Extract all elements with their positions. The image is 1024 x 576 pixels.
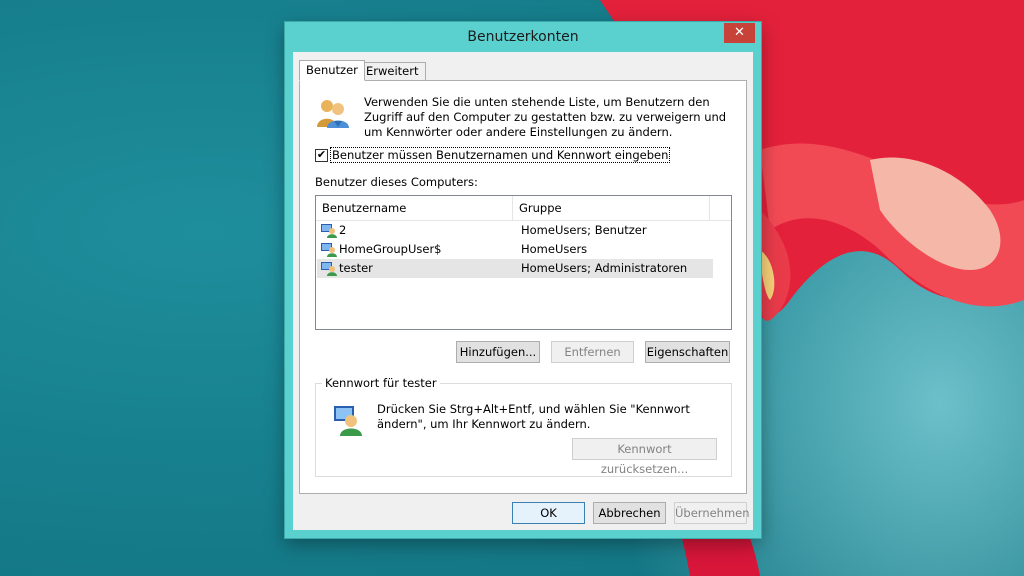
users-listview[interactable]: Benutzername Gruppe 2 HomeUsers; Benutze…	[315, 195, 732, 330]
tab-panel-benutzer: Verwenden Sie die unten stehende Liste, …	[299, 80, 747, 494]
user-key-icon	[334, 406, 362, 436]
add-user-button[interactable]: Hinzufügen...	[456, 341, 540, 363]
user-group: HomeUsers	[521, 242, 588, 256]
password-instructions: Drücken Sie Strg+Alt+Entf, und wählen Si…	[377, 402, 690, 431]
intro-text: Verwenden Sie die unten stehende Liste, …	[364, 95, 727, 139]
properties-button[interactable]: Eigenschaften	[645, 341, 730, 363]
dialog-body: Benutzer Erweitert Verwenden Sie die unt…	[293, 52, 753, 530]
user-row-tester[interactable]: tester HomeUsers; Administratoren	[317, 259, 713, 278]
close-button[interactable]: ✕	[724, 23, 755, 43]
require-login-checkbox[interactable]: ✔	[315, 149, 328, 162]
listview-header: Benutzername Gruppe	[316, 196, 731, 221]
apply-button[interactable]: Übernehmen	[674, 502, 750, 524]
column-header-username[interactable]: Benutzername	[316, 196, 513, 220]
user-icon	[321, 224, 337, 238]
users-icon	[317, 100, 349, 128]
cancel-button[interactable]: Abbrechen	[593, 502, 666, 524]
user-row-2[interactable]: 2 HomeUsers; Benutzer	[317, 221, 713, 240]
user-accounts-dialog: Benutzerkonten ✕ Benutzer Erweitert Verw…	[285, 22, 761, 538]
column-header-group[interactable]: Gruppe	[513, 196, 710, 220]
user-name: tester	[339, 261, 373, 275]
reset-password-button[interactable]: Kennwort zurücksetzen...	[572, 438, 717, 476]
password-groupbox: Kennwort für tester Drücken Sie Strg+Alt…	[315, 376, 732, 477]
tab-erweitert[interactable]: Erweitert	[359, 62, 426, 81]
user-name: 2	[339, 223, 347, 237]
users-list-label: Benutzer dieses Computers:	[315, 175, 478, 189]
user-group: HomeUsers; Administratoren	[521, 261, 688, 275]
close-icon: ✕	[734, 25, 745, 40]
titlebar[interactable]: Benutzerkonten ✕	[285, 22, 761, 52]
user-name: HomeGroupUser$	[339, 242, 442, 256]
user-icon	[321, 243, 337, 257]
user-row-homegroupuser[interactable]: HomeGroupUser$ HomeUsers	[317, 240, 713, 259]
require-login-label[interactable]: Benutzer müssen Benutzernamen und Kennwo…	[330, 147, 671, 163]
window-title: Benutzerkonten	[467, 29, 579, 45]
user-group: HomeUsers; Benutzer	[521, 223, 647, 237]
tab-benutzer[interactable]: Benutzer	[299, 60, 365, 81]
password-group-title: Kennwort für tester	[322, 376, 440, 390]
ok-button[interactable]: OK	[512, 502, 585, 524]
remove-user-button[interactable]: Entfernen	[551, 341, 634, 363]
user-icon	[321, 262, 337, 276]
